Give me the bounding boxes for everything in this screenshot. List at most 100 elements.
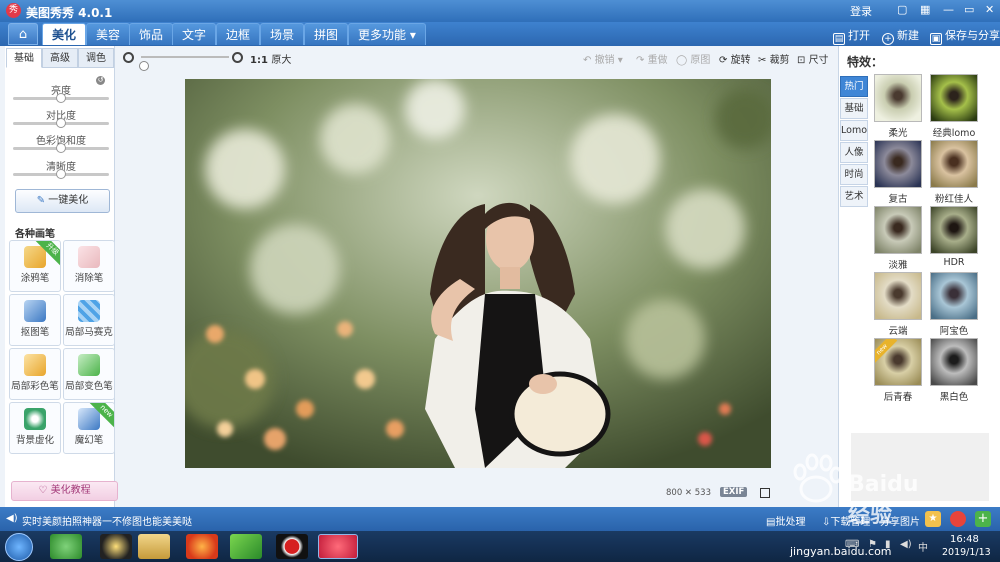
- status-bar: ◀) 实时美颜拍照神器一不修图也能美美哒 ▤批处理 ⇩下载管理 分享图片 ★ +: [0, 507, 1000, 531]
- share-button[interactable]: 分享图片: [880, 513, 920, 528]
- effect-youth[interactable]: new 后青春: [873, 338, 923, 404]
- batch-button[interactable]: ▤批处理: [766, 513, 805, 528]
- tab-scene[interactable]: 场景: [260, 23, 305, 45]
- photo-canvas[interactable]: [185, 79, 771, 468]
- qq-icon[interactable]: [100, 534, 132, 559]
- effect-hdr[interactable]: HDR: [929, 206, 979, 272]
- tab-more[interactable]: 更多功能 ▾: [348, 23, 426, 45]
- keyboard-icon[interactable]: ⌨: [845, 539, 859, 550]
- slider-knob[interactable]: [56, 93, 66, 103]
- category-basic[interactable]: 基础: [840, 98, 868, 119]
- redo-button[interactable]: ↷ 重做: [636, 51, 668, 66]
- category-art[interactable]: 艺术: [840, 186, 868, 207]
- category-hot[interactable]: 热门: [840, 76, 868, 97]
- clock-time[interactable]: 16:48: [950, 534, 979, 545]
- effect-classic-lomo[interactable]: 经典lomo: [929, 74, 979, 140]
- brush-background-blur[interactable]: 背景虚化: [9, 402, 61, 454]
- slider-saturation[interactable]: 色彩饱和度: [13, 132, 109, 153]
- tab-collage[interactable]: 拼图: [304, 23, 349, 45]
- effect-elegant[interactable]: 淡雅: [873, 206, 923, 272]
- file-explorer-icon[interactable]: [138, 534, 170, 559]
- save-share-button[interactable]: ▣ 保存与分享: [930, 27, 1000, 45]
- subtab-color[interactable]: 调色: [78, 48, 114, 68]
- download-manager-button[interactable]: ⇩下载管理: [822, 513, 870, 528]
- slider-track[interactable]: [13, 169, 109, 179]
- weibo-icon[interactable]: [950, 511, 966, 527]
- start-button[interactable]: [5, 533, 33, 561]
- meitu-taskbar-icon[interactable]: [318, 534, 358, 559]
- compare-icon[interactable]: [760, 488, 770, 498]
- flag-icon[interactable]: ⚑: [868, 539, 877, 550]
- one-key-beautify-button[interactable]: ✎ 一键美化: [15, 189, 110, 213]
- star-icon[interactable]: ★: [925, 511, 941, 527]
- effect-vintage[interactable]: 复古: [873, 140, 923, 206]
- brush-local-color[interactable]: 局部彩色笔: [9, 348, 61, 400]
- category-fashion[interactable]: 时尚: [840, 164, 868, 185]
- grid-icon[interactable]: ▦: [920, 3, 930, 16]
- firefox-icon[interactable]: [186, 534, 218, 559]
- category-lomo[interactable]: Lomo: [840, 120, 868, 141]
- effect-label: 粉红佳人: [934, 194, 973, 205]
- minimize-icon[interactable]: —: [943, 3, 954, 16]
- brush-magic[interactable]: 魔幻笔 new: [63, 402, 115, 454]
- original-button[interactable]: ◯ 原图: [676, 51, 710, 66]
- network-icon[interactable]: ▮: [885, 539, 891, 550]
- zoom-out-icon[interactable]: [123, 52, 134, 63]
- status-tip[interactable]: 实时美颜拍照神器一不修图也能美美哒: [22, 513, 192, 528]
- effect-pink-lady[interactable]: 粉红佳人: [929, 140, 979, 206]
- crop-label: 裁剪: [769, 55, 790, 66]
- slider-knob[interactable]: [56, 118, 66, 128]
- zoom-slider[interactable]: [139, 56, 229, 71]
- ime-icon[interactable]: 中: [918, 539, 928, 554]
- crop-button[interactable]: ✂ 裁剪: [758, 51, 790, 66]
- login-link[interactable]: 登录: [850, 3, 872, 19]
- subtab-basic[interactable]: 基础: [6, 48, 42, 68]
- slider-brightness[interactable]: 亮度: [13, 82, 109, 103]
- new-button[interactable]: + 新建: [882, 27, 919, 45]
- effect-abao[interactable]: 阿宝色: [929, 272, 979, 338]
- brush-eraser[interactable]: 消除笔: [63, 240, 115, 292]
- zoom-knob[interactable]: [139, 61, 149, 71]
- slider-knob[interactable]: [56, 143, 66, 153]
- tab-beautify[interactable]: 美化: [42, 23, 87, 45]
- tutorial-button[interactable]: ♡ 美化教程: [11, 481, 118, 501]
- tab-accessories[interactable]: 饰品: [129, 23, 174, 45]
- tab-beauty[interactable]: 美容: [86, 23, 131, 45]
- app-360-icon[interactable]: [50, 534, 82, 559]
- speech-bubble-icon[interactable]: ▢: [897, 3, 907, 16]
- home-icon[interactable]: ⌂: [8, 23, 38, 45]
- slider-contrast[interactable]: 对比度: [13, 107, 109, 128]
- close-icon[interactable]: ✕: [985, 3, 994, 16]
- slider-track[interactable]: [13, 118, 109, 128]
- rotate-button[interactable]: ⟳ 旋转: [719, 51, 751, 66]
- video-player-icon[interactable]: [230, 534, 262, 559]
- brush-doodle[interactable]: 涂鸦笔 升级: [9, 240, 61, 292]
- effect-black-white[interactable]: 黑白色: [929, 338, 979, 404]
- volume-icon[interactable]: ◀): [900, 539, 912, 550]
- effect-cloud[interactable]: 云端: [873, 272, 923, 338]
- tab-text[interactable]: 文字: [172, 23, 217, 45]
- effect-soft-light[interactable]: 柔光: [873, 74, 923, 140]
- actual-size-button[interactable]: 1:1 原大: [250, 51, 291, 66]
- clock-date[interactable]: 2019/1/13: [942, 547, 991, 558]
- recorder-icon[interactable]: [276, 534, 308, 559]
- plus-green-icon[interactable]: +: [975, 511, 991, 527]
- tab-frame[interactable]: 边框: [216, 23, 261, 45]
- slider-sharpness[interactable]: 清晰度: [13, 158, 109, 179]
- zoom-ratio: 1:1: [250, 55, 268, 66]
- open-button[interactable]: ▤ 打开: [833, 27, 870, 45]
- undo-button[interactable]: ↶ 撤销 ▾: [583, 51, 623, 66]
- brush-cutout[interactable]: 抠图笔: [9, 294, 61, 346]
- slider-track[interactable]: [13, 93, 109, 103]
- original-label: 原图: [690, 55, 711, 66]
- brush-mosaic[interactable]: 局部马赛克: [63, 294, 115, 346]
- category-portrait[interactable]: 人像: [840, 142, 868, 163]
- zoom-in-icon[interactable]: [232, 52, 243, 63]
- maximize-icon[interactable]: ▭: [964, 3, 974, 16]
- exif-button[interactable]: EXIF: [720, 487, 748, 497]
- subtab-advanced[interactable]: 高级: [42, 48, 78, 68]
- resize-button[interactable]: ⊡ 尺寸: [797, 51, 829, 66]
- slider-knob[interactable]: [56, 169, 66, 179]
- slider-track[interactable]: [13, 143, 109, 153]
- brush-recolor[interactable]: 局部变色笔: [63, 348, 115, 400]
